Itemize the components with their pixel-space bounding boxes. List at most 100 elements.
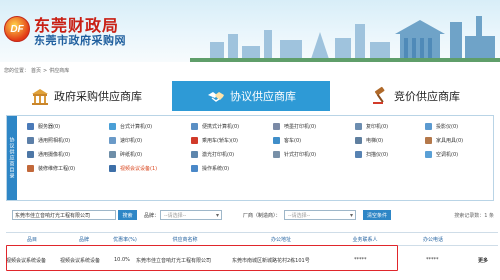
category-label: 视频会议设备(1) (120, 166, 158, 172)
vendor-select[interactable]: --请选择-- ▾ (284, 210, 356, 220)
keyword-search-input[interactable]: 东莞市佳立音响灯光工程有限公司 (12, 210, 116, 220)
breadcrumb-current: 供应商库 (49, 68, 70, 74)
car-icon (191, 137, 198, 144)
category-label: 服务器(0) (38, 124, 61, 130)
row-highlight-outline (6, 245, 398, 271)
air-conditioner-icon (425, 151, 432, 158)
category-item[interactable]: 扫描仪(0) (355, 150, 388, 159)
category-label: 激光打印机(0) (202, 152, 235, 158)
chevron-down-icon: ▾ (349, 212, 353, 219)
tab-label: 竞价供应商库 (394, 91, 460, 103)
laptop-icon (191, 123, 198, 130)
category-item[interactable]: 通用照相机(0) (27, 136, 70, 145)
server-icon (27, 123, 34, 130)
desktop-computer-icon (109, 123, 116, 130)
category-item[interactable]: 碎纸机(0) (109, 150, 142, 159)
category-item[interactable]: 便携式计算机(0) (191, 122, 239, 131)
clear-conditions-button[interactable]: 清空条件 (363, 210, 391, 220)
more-link[interactable]: 更多 (478, 249, 498, 271)
category-side-label: 协议供应商目录 (7, 116, 17, 200)
org-subtitle: 东莞市政府采购网 (34, 35, 126, 47)
furniture-icon (425, 137, 432, 144)
category-item[interactable]: 投影仪(0) (425, 122, 458, 131)
supplier-tabs: 政府采购供应商库 协议供应商库 竞价供应商库 (0, 81, 500, 111)
tab-label: 协议供应商库 (230, 91, 296, 103)
category-item[interactable]: 操作系统(0) (191, 164, 229, 173)
category-item[interactable]: 通用摄像机(0) (27, 150, 70, 159)
category-item[interactable]: 电梯(0) (355, 136, 383, 145)
category-item[interactable]: 视频会议设备(1) (109, 164, 157, 173)
breadcrumb: 您的位置： 首页 > 供应商库 (4, 67, 71, 74)
camera-icon (27, 137, 34, 144)
category-label: 装修维修工程(0) (38, 166, 76, 172)
category-label: 客车(0) (284, 138, 302, 144)
category-item[interactable]: 服务器(0) (27, 122, 60, 131)
category-item[interactable]: 乘用车(轿车)(0) (191, 136, 238, 145)
brand-select-value: --请选择-- (164, 212, 187, 219)
video-conference-icon (109, 165, 116, 172)
video-camera-icon (27, 151, 34, 158)
category-label: 家具用具(0) (436, 138, 464, 144)
df-logo[interactable]: DF (4, 16, 30, 42)
shredder-icon (109, 151, 116, 158)
category-label: 投影仪(0) (436, 124, 459, 130)
handshake-icon (208, 92, 224, 102)
category-item[interactable]: 客车(0) (273, 136, 301, 145)
category-panel: 协议供应商目录 服务器(0) 台式计算机(0) 便携式计算机(0) 喷墨打印机(0) 复… (6, 115, 494, 201)
inkjet-printer-icon (273, 123, 280, 130)
duplicator-icon (109, 137, 116, 144)
category-item[interactable]: 喷墨打印机(0) (273, 122, 316, 131)
category-label: 台式计算机(0) (120, 124, 153, 130)
col-action (468, 233, 498, 247)
table-header: 品目 品牌 优惠率(%) 供应商名称 办公地址 业务联系人 办公电话 (6, 232, 498, 246)
chevron-down-icon: ▾ (215, 212, 219, 219)
tab-label: 政府采购供应商库 (54, 91, 142, 103)
scanner-icon (355, 151, 362, 158)
laser-printer-icon (191, 151, 198, 158)
tab-bidding-suppliers[interactable]: 竞价供应商库 (336, 81, 494, 111)
government-building-icon (32, 89, 48, 105)
breadcrumb-prefix: 您的位置： (4, 68, 30, 74)
category-label: 复印机(0) (366, 124, 389, 130)
vendor-label: 厂商（制造商）： (243, 213, 281, 219)
renovation-icon (27, 165, 34, 172)
category-label: 操作系统(0) (202, 166, 230, 172)
category-label: 通用照相机(0) (38, 138, 71, 144)
col-office-phone: 办公电话 (422, 236, 443, 243)
search-bar: 东莞市佳立音响灯光工程有限公司 搜索 品牌： --请选择-- ▾ 厂商（制造商）… (0, 208, 500, 222)
tab-government-suppliers[interactable]: 政府采购供应商库 (6, 81, 166, 111)
category-label: 喷墨打印机(0) (284, 124, 317, 130)
category-label: 针式打印机(0) (284, 152, 317, 158)
search-button[interactable]: 搜索 (118, 210, 137, 220)
category-item[interactable]: 空调机(0) (425, 150, 458, 159)
category-item[interactable]: 台式计算机(0) (109, 122, 152, 131)
elevator-icon (355, 137, 362, 144)
category-item[interactable]: 激光打印机(0) (191, 150, 234, 159)
breadcrumb-home[interactable]: 首页 (31, 68, 41, 74)
header-banner: DF 东莞财政局 东莞市政府采购网 (0, 0, 500, 62)
projector-icon (425, 123, 432, 130)
brand-label: 品牌： (144, 213, 160, 219)
category-label: 电梯(0) (366, 138, 384, 144)
category-item[interactable]: 家具用具(0) (425, 136, 463, 145)
city-skyline-illustration (190, 16, 500, 62)
category-label: 乘用车(轿车)(0) (202, 138, 238, 144)
category-item[interactable]: 复印机(0) (355, 122, 388, 131)
category-item[interactable]: 针式打印机(0) (273, 150, 316, 159)
category-label: 便携式计算机(0) (202, 124, 240, 130)
category-label: 扫描仪(0) (366, 152, 389, 158)
cell-office-phone: ***** (426, 257, 439, 263)
bus-icon (273, 137, 280, 144)
category-item[interactable]: 速印机(0) (109, 136, 142, 145)
dot-matrix-printer-icon (273, 151, 280, 158)
vendor-select-value: --请选择-- (288, 212, 311, 219)
category-item[interactable]: 装修维修工程(0) (27, 164, 75, 173)
category-label: 空调机(0) (436, 152, 459, 158)
record-count: 搜索记录数：1 条 (454, 213, 494, 219)
gavel-icon (373, 86, 385, 104)
tab-agreement-suppliers[interactable]: 协议供应商库 (172, 81, 330, 111)
category-label: 碎纸机(0) (120, 152, 143, 158)
copier-icon (355, 123, 362, 130)
brand-select[interactable]: --请选择-- ▾ (160, 210, 222, 220)
breadcrumb-separator: > (43, 68, 48, 74)
